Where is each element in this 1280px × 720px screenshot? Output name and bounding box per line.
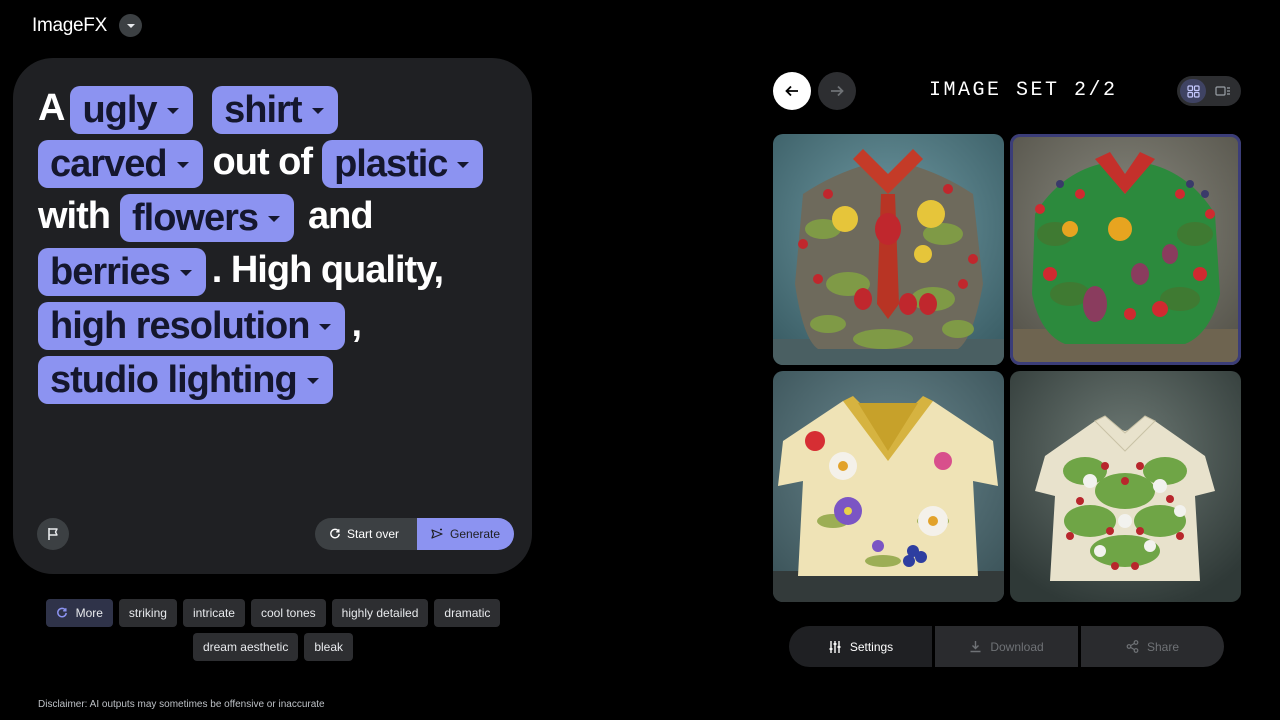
chevron-down-icon	[306, 377, 319, 384]
prompt-word: . High quality,	[211, 248, 444, 291]
generated-image-2[interactable]	[1010, 134, 1241, 365]
chip-label: berries	[50, 250, 171, 293]
image-grid	[773, 134, 1241, 602]
chevron-down-icon	[457, 161, 470, 168]
start-over-button[interactable]: Start over	[315, 518, 418, 550]
image-content	[1010, 371, 1241, 602]
image-content	[773, 134, 1004, 365]
report-button[interactable]	[37, 518, 69, 550]
arrow-left-icon	[785, 85, 798, 97]
prompt-chip-berries[interactable]: berries	[38, 247, 206, 296]
grid-icon	[1186, 84, 1200, 98]
prompt-line: studio lighting	[38, 352, 518, 406]
prompt-line: carved out of plastic	[38, 136, 518, 190]
carousel-icon	[1215, 86, 1230, 96]
suggestion-chip[interactable]: dramatic	[434, 599, 501, 627]
refresh-icon	[56, 607, 67, 618]
chip-label: shirt	[224, 88, 302, 131]
prompt-chip-high-resolution[interactable]: high resolution	[38, 301, 346, 350]
prompt-actions: Start over Generate	[315, 518, 515, 550]
chevron-down-icon	[319, 323, 332, 330]
refresh-icon	[330, 528, 340, 539]
prompt-chip-flowers[interactable]: flowers	[119, 193, 295, 242]
share-icon	[1126, 640, 1139, 653]
chip-label: plastic	[334, 142, 448, 185]
prompt-word: A	[38, 87, 65, 129]
sliders-icon	[829, 640, 841, 653]
suggestion-chip[interactable]: cool tones	[250, 599, 326, 627]
suggestion-chip[interactable]: highly detailed	[331, 599, 429, 627]
share-label: Share	[1146, 639, 1180, 654]
arrow-right-icon	[831, 85, 844, 97]
chip-label: high resolution	[50, 304, 310, 347]
suggestion-chip[interactable]: striking	[118, 599, 177, 627]
grid-view-option[interactable]	[1180, 79, 1206, 103]
prompt-word: and	[308, 194, 374, 237]
send-sparkle-icon	[431, 528, 443, 539]
chevron-down-icon	[311, 107, 324, 114]
settings-button[interactable]: Settings	[789, 626, 932, 667]
generated-image-1[interactable]	[773, 134, 1004, 365]
prompt-chip-carved[interactable]: carved	[38, 139, 203, 188]
app-menu-toggle[interactable]	[119, 14, 142, 37]
next-set-button[interactable]	[818, 72, 856, 110]
prompt-line: high resolution,	[38, 298, 518, 352]
share-button[interactable]: Share	[1081, 626, 1224, 667]
prompt-word: ,	[351, 302, 362, 345]
chevron-down-icon	[179, 269, 192, 276]
chip-label: studio lighting	[50, 358, 298, 401]
chip-label: ugly	[82, 88, 157, 131]
image-actions-bar: Settings Download Share	[789, 626, 1224, 667]
settings-label: Settings	[849, 639, 894, 654]
chip-label: flowers	[131, 196, 259, 239]
prompt-line: with flowers and	[38, 190, 518, 244]
prompt-line: Augly shirt	[38, 82, 518, 136]
view-mode-toggle	[1177, 76, 1241, 106]
image-set-title: IMAGE SET 2/2	[929, 79, 1118, 102]
app-header: ImageFX	[32, 14, 142, 37]
generated-image-4[interactable]	[1010, 371, 1241, 602]
suggestion-chips: More striking intricate cool tones highl…	[36, 599, 510, 661]
chevron-down-icon	[166, 107, 179, 114]
image-content	[1010, 134, 1241, 365]
start-over-label: Start over	[347, 527, 400, 541]
download-icon	[970, 641, 981, 653]
prompt-chip-ugly[interactable]: ugly	[70, 85, 193, 134]
prompt-card: Augly shirt carved out of plastic with flow…	[13, 58, 532, 574]
prompt-chip-plastic[interactable]: plastic	[322, 139, 484, 188]
chip-label: carved	[50, 142, 168, 185]
prompt-chip-shirt[interactable]: shirt	[212, 85, 338, 134]
flag-icon	[48, 528, 58, 540]
prompt-chip-studio-lighting[interactable]: studio lighting	[38, 355, 333, 404]
suggestion-chip[interactable]: bleak	[304, 633, 354, 661]
app-title: ImageFX	[32, 14, 107, 36]
chevron-down-icon	[176, 161, 189, 168]
image-content	[773, 371, 1004, 602]
previous-set-button[interactable]	[773, 72, 811, 110]
generated-image-3[interactable]	[773, 371, 1004, 602]
download-button[interactable]: Download	[935, 626, 1078, 667]
download-label: Download	[990, 639, 1044, 654]
suggestion-chip[interactable]: intricate	[182, 599, 245, 627]
disclaimer-text: Disclaimer: AI outputs may sometimes be …	[38, 699, 325, 710]
prompt-line: berries . High quality,	[38, 244, 518, 298]
prompt-word: with	[38, 194, 111, 237]
prompt-text: Augly shirt carved out of plastic with flow…	[38, 82, 518, 406]
more-label: More	[75, 606, 103, 620]
generate-label: Generate	[450, 527, 501, 541]
more-suggestions-button[interactable]: More	[45, 599, 113, 627]
suggestion-chip[interactable]: dream aesthetic	[192, 633, 299, 661]
single-view-option[interactable]	[1210, 79, 1236, 103]
chevron-down-icon	[126, 23, 135, 28]
prompt-word: out of	[212, 140, 314, 183]
chevron-down-icon	[268, 215, 281, 222]
generate-button[interactable]: Generate	[417, 518, 515, 550]
